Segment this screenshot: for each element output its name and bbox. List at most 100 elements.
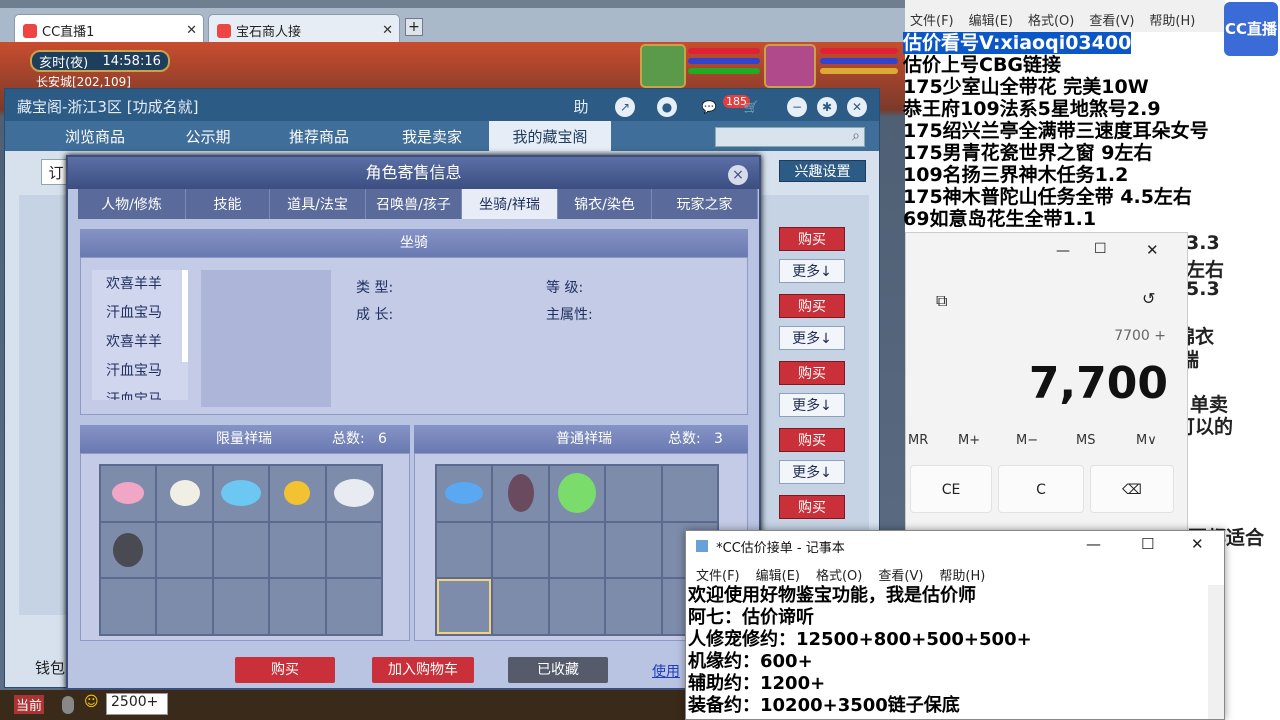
c-key[interactable]: C: [998, 465, 1084, 513]
nav-browse[interactable]: 浏览商品: [35, 121, 155, 151]
maximize-icon[interactable]: ☐: [1141, 535, 1154, 553]
slot[interactable]: [437, 522, 492, 578]
list-item[interactable]: 汗血宝马: [92, 386, 188, 400]
menu-file[interactable]: 文件(F): [910, 10, 954, 32]
search-icon[interactable]: ⌕: [852, 128, 860, 144]
slot[interactable]: [549, 522, 605, 578]
notepad-text-area[interactable]: 欢迎使用好物鉴宝功能，我是估价师 阿七：估价谛听 人修宠修约：12500+800…: [688, 585, 1208, 717]
slot[interactable]: [213, 466, 269, 521]
cart-icon[interactable]: 🛒: [741, 97, 761, 117]
tab-mounts[interactable]: 坐骑/祥瑞: [462, 189, 558, 219]
mount-list-scrollbar[interactable]: [182, 270, 188, 362]
buy-button[interactable]: 购买: [779, 227, 845, 251]
tab-character[interactable]: 人物/修炼: [78, 189, 186, 219]
settings-gear-icon[interactable]: ✱: [817, 97, 837, 117]
browser-tab-cc-live[interactable]: CC直播1 ✕: [14, 14, 204, 42]
record-icon[interactable]: ●: [657, 97, 677, 117]
browser-tab-gem-merchant[interactable]: 宝石商人接 ✕: [208, 14, 400, 42]
minimize-icon[interactable]: —: [1086, 535, 1101, 553]
close-tab-icon[interactable]: ✕: [382, 23, 393, 38]
menu-format[interactable]: 格式(O): [816, 565, 862, 585]
tab-items[interactable]: 道具/法宝: [270, 189, 366, 219]
interest-settings-button[interactable]: 兴趣设置: [779, 160, 866, 182]
menu-help[interactable]: 帮助(H): [1149, 10, 1195, 32]
buy-button[interactable]: 购买: [779, 294, 845, 318]
tab-home[interactable]: 玩家之家: [652, 189, 758, 219]
slot[interactable]: [493, 522, 548, 578]
slot[interactable]: [157, 466, 212, 521]
slot[interactable]: [213, 522, 269, 578]
slot[interactable]: [101, 522, 156, 578]
menu-edit[interactable]: 编辑(E): [756, 565, 800, 585]
slot[interactable]: [549, 579, 605, 634]
mr-key[interactable]: MR: [908, 433, 928, 448]
buy-button[interactable]: 购买: [235, 657, 335, 683]
slot[interactable]: [213, 579, 269, 634]
more-button[interactable]: 更多↓: [779, 460, 845, 484]
slot[interactable]: [493, 466, 548, 521]
pet-portrait[interactable]: [640, 44, 686, 88]
dialog-close-button[interactable]: ×: [728, 165, 748, 185]
tab-skills[interactable]: 技能: [186, 189, 270, 219]
minimize-icon[interactable]: —: [1056, 243, 1070, 259]
chat-input[interactable]: 2500+: [106, 693, 168, 715]
slot[interactable]: [101, 579, 156, 634]
share-icon[interactable]: ↗: [615, 97, 635, 117]
close-icon[interactable]: ✕: [1146, 241, 1159, 259]
nav-public[interactable]: 公示期: [155, 121, 261, 151]
slot[interactable]: [101, 466, 156, 521]
menu-edit[interactable]: 编辑(E): [969, 10, 1013, 32]
use-link[interactable]: 使用: [652, 661, 680, 681]
close-icon[interactable]: ✕: [847, 97, 867, 117]
buy-button[interactable]: 购买: [779, 495, 845, 519]
nav-recommend[interactable]: 推荐商品: [261, 121, 377, 151]
m-list-key[interactable]: M∨: [1136, 433, 1157, 448]
keep-on-top-icon[interactable]: ⧉: [936, 291, 947, 311]
chat-icon[interactable]: 💬: [699, 97, 719, 117]
slot[interactable]: [549, 466, 605, 521]
slot[interactable]: [157, 522, 212, 578]
list-item[interactable]: 欢喜羊羊: [92, 270, 188, 299]
favorited-button[interactable]: 已收藏: [508, 657, 608, 683]
nav-seller[interactable]: 我是卖家: [377, 121, 487, 151]
slot[interactable]: [437, 466, 492, 521]
more-button[interactable]: 更多↓: [779, 326, 845, 350]
m-minus-key[interactable]: M−: [1016, 433, 1038, 448]
slot[interactable]: [157, 579, 212, 634]
menu-file[interactable]: 文件(F): [696, 565, 740, 585]
m-plus-key[interactable]: M+: [958, 433, 980, 448]
microphone-icon[interactable]: [62, 696, 74, 714]
help-button[interactable]: 助: [571, 97, 591, 117]
minimize-icon[interactable]: −: [787, 97, 807, 117]
list-item[interactable]: 欢喜羊羊: [92, 328, 188, 357]
list-item[interactable]: 汗血宝马: [92, 299, 188, 328]
ce-key[interactable]: CE: [910, 465, 992, 513]
slot[interactable]: [606, 466, 661, 521]
menu-view[interactable]: 查看(V): [878, 565, 923, 585]
tab-pets[interactable]: 召唤兽/孩子: [366, 189, 462, 219]
slot[interactable]: [270, 466, 325, 521]
nav-my-cbg[interactable]: 我的藏宝阁: [489, 121, 611, 151]
buy-button[interactable]: 购买: [779, 428, 845, 452]
slot[interactable]: [606, 579, 661, 634]
menu-format[interactable]: 格式(O): [1028, 10, 1074, 32]
emoji-icon[interactable]: ☺: [84, 694, 99, 710]
slot[interactable]: [326, 522, 381, 578]
close-icon[interactable]: ✕: [1191, 535, 1204, 553]
slot[interactable]: [493, 579, 548, 634]
menu-help[interactable]: 帮助(H): [939, 565, 985, 585]
search-input[interactable]: ⌕: [715, 127, 865, 147]
backspace-key[interactable]: ⌫: [1090, 465, 1174, 513]
maximize-icon[interactable]: ☐: [1094, 241, 1107, 257]
close-tab-icon[interactable]: ✕: [186, 23, 197, 38]
menu-view[interactable]: 查看(V): [1089, 10, 1134, 32]
buy-button[interactable]: 购买: [779, 361, 845, 385]
slot[interactable]: [270, 522, 325, 578]
slot[interactable]: [270, 579, 325, 634]
history-icon[interactable]: ↺: [1142, 289, 1155, 308]
slot[interactable]: [662, 466, 717, 521]
slot[interactable]: [326, 579, 381, 634]
slot[interactable]: [326, 466, 381, 521]
list-item[interactable]: 汗血宝马: [92, 357, 188, 386]
ms-key[interactable]: MS: [1076, 433, 1095, 448]
